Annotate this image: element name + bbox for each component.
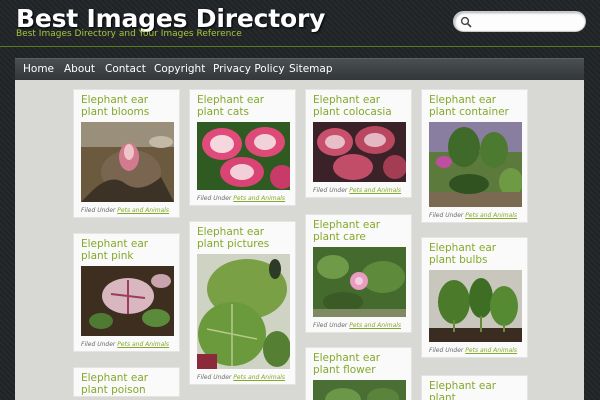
category-link[interactable]: Pets and Animals [233, 195, 285, 202]
post-card: Elephant ear plant pink Filed Under Pets… [73, 233, 180, 352]
post-card: Elephant ear plant poison [73, 367, 180, 397]
post-image[interactable] [197, 122, 290, 190]
post-title[interactable]: Elephant ear plant container [429, 94, 521, 118]
post-image[interactable] [313, 122, 406, 182]
category-link[interactable]: Pets and Animals [465, 212, 517, 219]
post-card: Elephant ear plant colocasia Filed Under… [305, 89, 412, 198]
post-meta: Filed Under Pets and Animals [81, 207, 170, 214]
search-icon [460, 16, 472, 28]
category-link[interactable]: Pets and Animals [349, 322, 401, 329]
post-image[interactable] [429, 122, 522, 207]
posts-grid: Elephant ear plant blooms Filed Under Pe… [15, 80, 584, 400]
post-meta: Filed Under Pets and Animals [197, 374, 286, 381]
post-card: Elephant ear plant bulbs Filed Under Pet… [421, 237, 528, 358]
post-title[interactable]: Elephant ear plant flower [313, 352, 405, 376]
post-title[interactable]: Elephant ear plant colocasia [313, 94, 405, 118]
category-link[interactable]: Pets and Animals [117, 341, 169, 348]
category-link[interactable]: Pets and Animals [465, 347, 517, 354]
post-title[interactable]: Elephant ear plant pink [81, 238, 173, 262]
site-header: Best Images Directory Best Images Direct… [0, 0, 600, 50]
category-link[interactable]: Pets and Animals [117, 207, 169, 214]
nav-home[interactable]: Home [23, 63, 54, 75]
post-image[interactable] [197, 254, 290, 369]
header-divider [0, 46, 600, 47]
post-title[interactable]: Elephant ear plant blooms [81, 94, 173, 118]
post-title[interactable]: Elephant ear plant bulbs [429, 242, 521, 266]
main-nav: Home About Contact Copyright Privacy Pol… [15, 58, 584, 80]
post-title[interactable]: Elephant ear plant [429, 380, 521, 400]
post-meta: Filed Under Pets and Animals [429, 347, 518, 354]
post-meta: Filed Under Pets and Animals [313, 187, 402, 194]
post-card: Elephant ear plant cats Filed Under Pets… [189, 89, 296, 206]
nav-privacy-policy[interactable]: Privacy Policy [213, 63, 285, 75]
post-image[interactable] [429, 270, 522, 342]
search-box[interactable] [453, 11, 586, 32]
nav-contact[interactable]: Contact [105, 63, 146, 75]
post-card: Elephant ear plant blooms Filed Under Pe… [73, 89, 180, 218]
nav-sitemap[interactable]: Sitemap [289, 63, 333, 75]
category-link[interactable]: Pets and Animals [233, 374, 285, 381]
post-meta: Filed Under Pets and Animals [313, 322, 402, 329]
post-meta: Filed Under Pets and Animals [81, 341, 170, 348]
post-title[interactable]: Elephant ear plant poison [81, 372, 173, 396]
post-title[interactable]: Elephant ear plant care [313, 219, 405, 243]
post-card: Elephant ear plant pictures Filed Under … [189, 221, 296, 385]
nav-copyright[interactable]: Copyright [154, 63, 205, 75]
post-card: Elephant ear plant [421, 375, 528, 400]
nav-about[interactable]: About [64, 63, 95, 75]
site-tagline: Best Images Directory and Your Images Re… [16, 29, 242, 39]
post-image[interactable] [81, 122, 174, 202]
post-card: Elephant ear plant container Filed Under… [421, 89, 528, 223]
post-meta: Filed Under Pets and Animals [429, 212, 518, 219]
post-card: Elephant ear plant care Filed Under Pets… [305, 214, 412, 333]
category-link[interactable]: Pets and Animals [349, 187, 401, 194]
post-title[interactable]: Elephant ear plant cats [197, 94, 289, 118]
post-image[interactable] [81, 266, 174, 336]
post-card: Elephant ear plant flower [305, 347, 412, 400]
post-image[interactable] [313, 380, 406, 400]
post-meta: Filed Under Pets and Animals [197, 195, 286, 202]
post-title[interactable]: Elephant ear plant pictures [197, 226, 289, 250]
search-input[interactable] [474, 14, 582, 29]
post-image[interactable] [313, 247, 406, 317]
